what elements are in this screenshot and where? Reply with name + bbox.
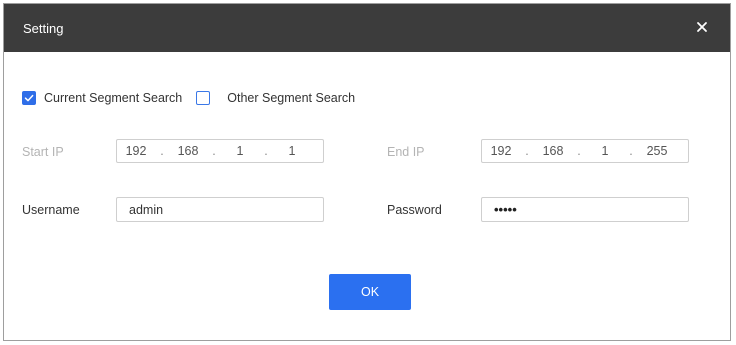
ip-separator: .	[629, 144, 633, 158]
ip-separator: .	[160, 144, 164, 158]
password-value: •••••	[494, 202, 517, 217]
end-ip-label: End IP	[387, 145, 425, 159]
search-mode-row: Current Segment Search Other Segment Sea…	[22, 91, 355, 105]
dialog-title: Setting	[23, 21, 64, 36]
dialog-titlebar: Setting	[4, 4, 730, 52]
ip-separator: .	[577, 144, 581, 158]
username-value: admin	[129, 202, 164, 217]
start-ip-octet-3[interactable]: 1	[221, 144, 259, 158]
current-segment-checkbox[interactable]	[22, 91, 36, 105]
other-segment-checkbox[interactable]	[196, 91, 211, 105]
end-ip-octet-4[interactable]: 255	[638, 144, 676, 158]
start-ip-octet-2[interactable]: 168	[169, 144, 207, 158]
current-segment-label[interactable]: Current Segment Search	[44, 91, 182, 105]
end-ip-field[interactable]: 192 . 168 . 1 . 255	[481, 139, 689, 163]
checkmark-icon	[24, 94, 34, 102]
password-input[interactable]: •••••	[481, 197, 689, 222]
ok-button[interactable]: OK	[329, 274, 411, 310]
start-ip-label: Start IP	[22, 145, 64, 159]
start-ip-octet-4[interactable]: 1	[273, 144, 311, 158]
password-label: Password	[387, 203, 442, 217]
ip-separator: .	[264, 144, 268, 158]
settings-dialog: Setting Current Segment Search Other Seg…	[3, 3, 731, 341]
ip-separator: .	[212, 144, 216, 158]
username-input[interactable]: admin	[116, 197, 324, 222]
end-ip-octet-3[interactable]: 1	[586, 144, 624, 158]
end-ip-octet-1[interactable]: 192	[482, 144, 520, 158]
username-label: Username	[22, 203, 80, 217]
end-ip-octet-2[interactable]: 168	[534, 144, 572, 158]
ip-separator: .	[525, 144, 529, 158]
other-segment-label[interactable]: Other Segment Search	[227, 91, 355, 105]
start-ip-field[interactable]: 192 . 168 . 1 . 1	[116, 139, 324, 163]
start-ip-octet-1[interactable]: 192	[117, 144, 155, 158]
close-icon[interactable]	[694, 19, 710, 35]
